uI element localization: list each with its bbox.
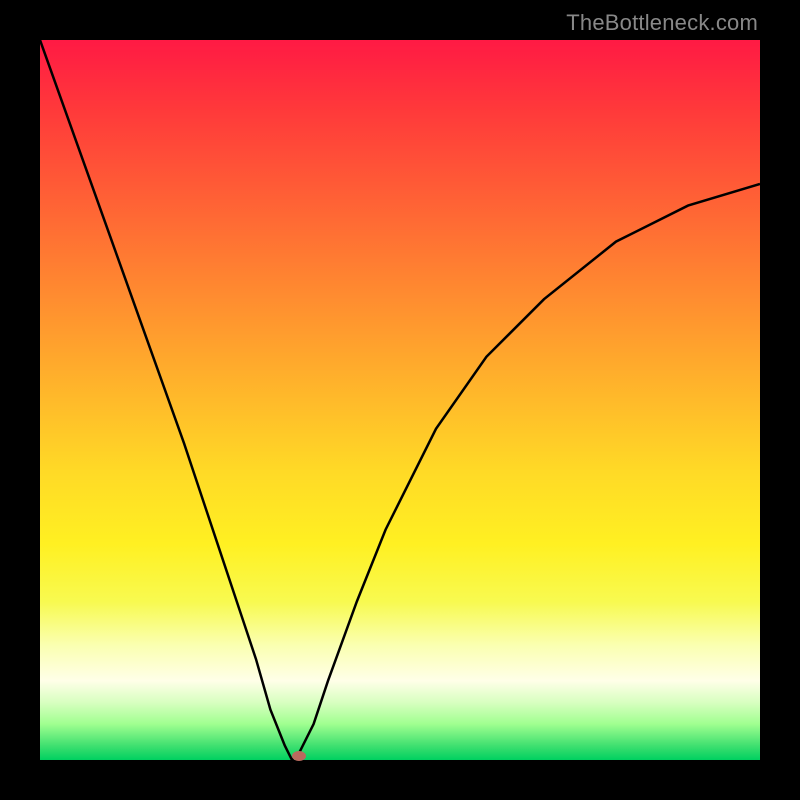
bottleneck-curve — [40, 40, 760, 760]
attribution-label: TheBottleneck.com — [566, 10, 758, 36]
plot-area — [40, 40, 760, 760]
curve-svg — [40, 40, 760, 760]
minimum-marker — [292, 751, 306, 761]
